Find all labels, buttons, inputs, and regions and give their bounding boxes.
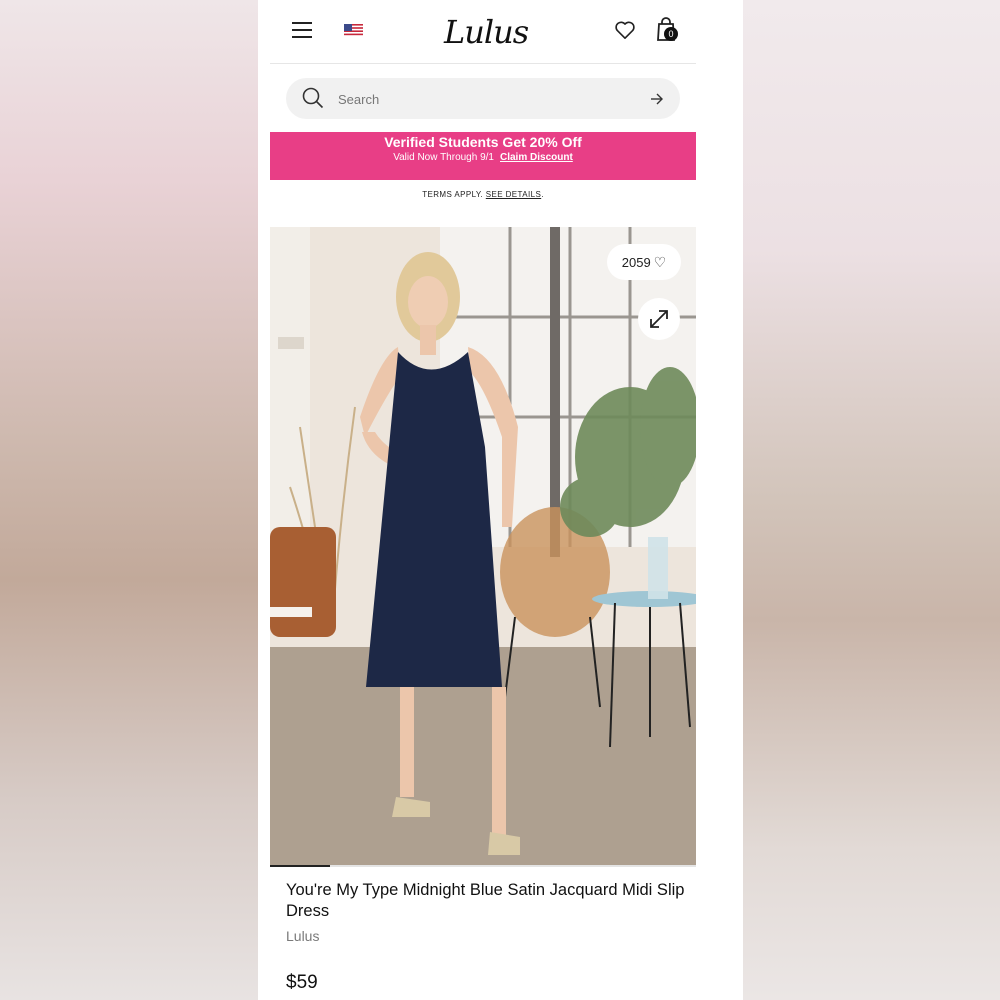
header-divider: [270, 63, 696, 64]
background-right: [743, 0, 1000, 1000]
search-input[interactable]: [336, 88, 630, 110]
search-bar[interactable]: [286, 78, 680, 119]
promo-title: Verified Students Get 20% Off: [384, 134, 582, 150]
search-icon: [302, 87, 324, 109]
us-flag-icon[interactable]: [344, 24, 363, 37]
heart-icon[interactable]: [614, 20, 636, 40]
promo-banner[interactable]: Verified Students Get 20% Off Valid Now …: [270, 132, 696, 180]
terms-suffix: .: [541, 190, 544, 199]
product-brand[interactable]: Lulus: [286, 928, 319, 944]
background-left: [0, 0, 258, 1000]
terms-text: TERMS APPLY.: [422, 190, 484, 199]
product-price: $59: [286, 972, 318, 993]
mobile-page: Lulus 0 Verified Students Get 20% Off Va…: [258, 0, 743, 1000]
likes-count: 2059: [621, 255, 651, 270]
promo-subtitle: Valid Now Through 9/1 Claim Discount: [270, 151, 696, 164]
menu-icon[interactable]: [292, 22, 312, 38]
site-header: Lulus 0: [258, 0, 743, 64]
cart-count-badge: 0: [664, 27, 678, 41]
product-photo: [270, 227, 696, 867]
arrow-right-icon[interactable]: [650, 92, 664, 106]
terms-note: TERMS APPLY. SEE DETAILS.: [258, 190, 708, 199]
wishlist-count-button[interactable]: 2059 ♡: [607, 244, 681, 280]
image-carousel-progress: [270, 865, 696, 867]
product-image[interactable]: 2059 ♡: [270, 227, 696, 867]
product-name: You're My Type Midnight Blue Satin Jacqu…: [286, 881, 685, 920]
expand-icon: [650, 310, 668, 328]
heart-outline-icon: ♡: [653, 254, 667, 270]
expand-button[interactable]: [638, 298, 680, 340]
promo-validity: Valid Now Through 9/1: [393, 152, 494, 163]
carousel-progress-fill: [270, 865, 330, 867]
see-details-link[interactable]: SEE DETAILS: [486, 190, 541, 199]
lulus-logo[interactable]: Lulus: [444, 12, 534, 52]
claim-discount-link[interactable]: Claim Discount: [500, 152, 573, 163]
